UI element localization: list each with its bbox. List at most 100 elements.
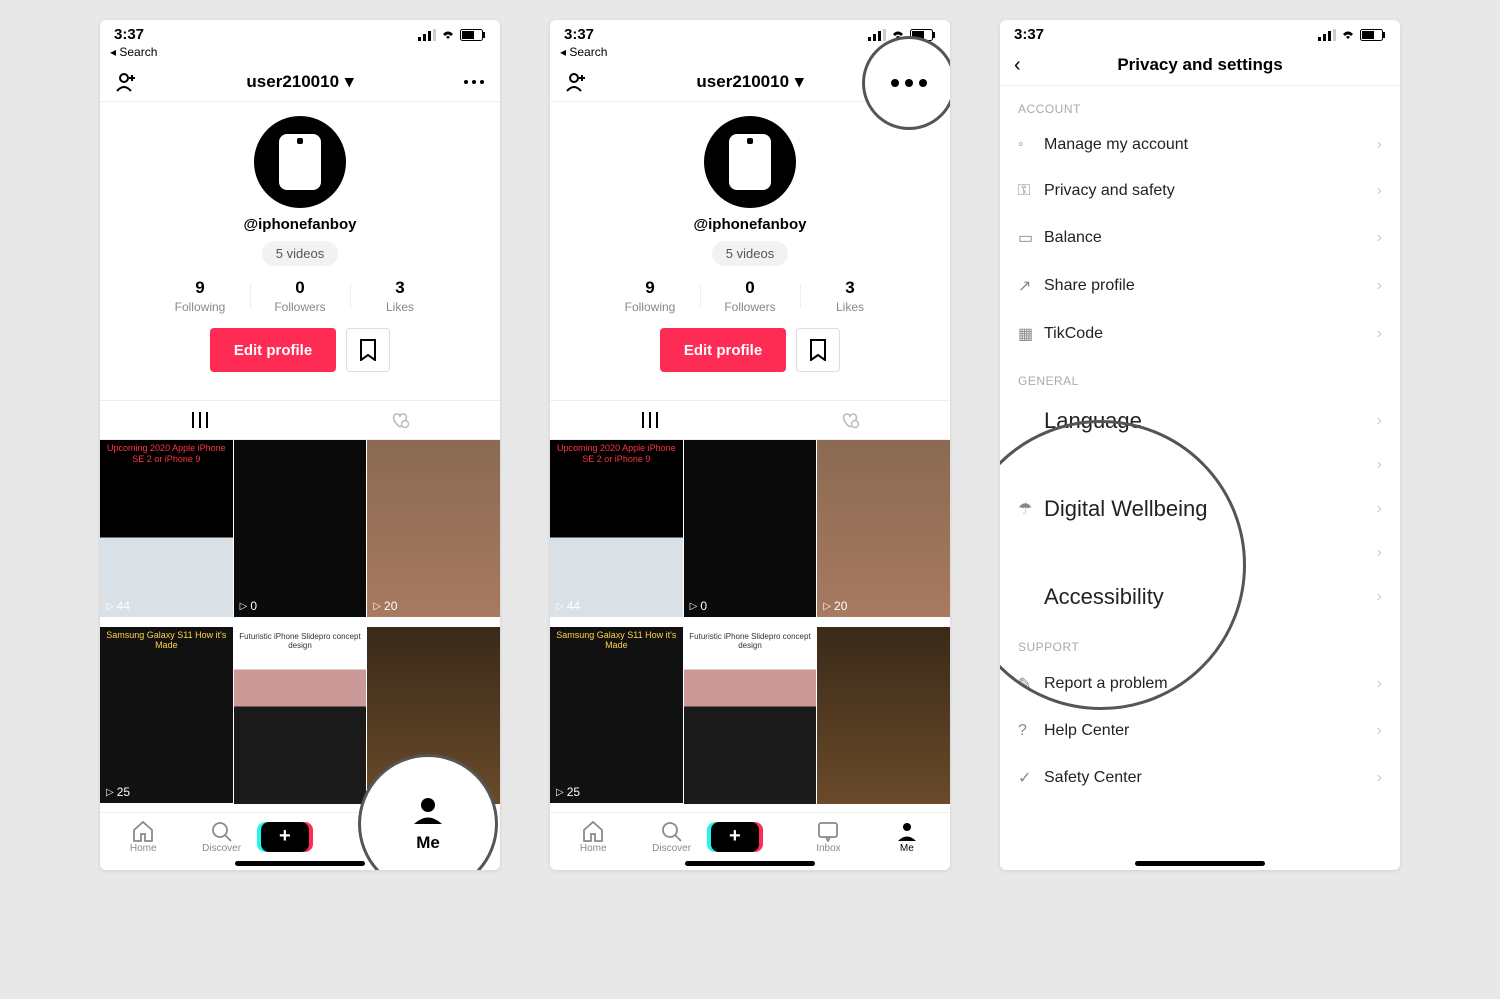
row-help-center[interactable]: ?Help Center› [1000, 708, 1400, 754]
video-count-chip[interactable]: 5 videos [262, 241, 338, 266]
profile-actions: Edit profile [100, 328, 500, 372]
video-cell[interactable]: Upcoming 2020 Apple iPhone SE 2 or iPhon… [100, 440, 233, 617]
video-cell[interactable]: 20 [817, 440, 950, 617]
bookmark-button[interactable] [796, 328, 840, 372]
stat-following[interactable]: 9Following [150, 278, 250, 314]
row-safety-center[interactable]: ✓Safety Center› [1000, 754, 1400, 802]
row-hidden-2[interactable]: › [1000, 536, 1400, 570]
qr-icon: ▦ [1018, 324, 1044, 344]
home-indicator [685, 861, 815, 866]
video-cell[interactable] [367, 627, 500, 804]
view-count: 25 [106, 785, 130, 799]
settings-header: ‹ Privacy and settings [1000, 45, 1400, 85]
video-cell[interactable]: 0 [234, 440, 367, 617]
row-share-profile[interactable]: ↗Share profile› [1000, 262, 1400, 310]
chevron-right-icon: › [1377, 325, 1382, 343]
nav-inbox[interactable]: Inbox [789, 819, 867, 854]
stat-likes[interactable]: 3Likes [350, 278, 450, 314]
person-icon [895, 820, 919, 842]
nav-discover[interactable]: Discover [632, 819, 710, 854]
status-time: 3:37 [1014, 26, 1044, 43]
add-person-icon[interactable] [114, 71, 138, 93]
nav-me[interactable]: Me [868, 819, 946, 854]
back-to-search[interactable]: Search [100, 45, 500, 63]
signal-icon [418, 29, 436, 41]
video-cell[interactable] [817, 627, 950, 804]
profile-section: @iphonefanboy 5 videos 9Following 0Follo… [550, 102, 950, 386]
status-icons [418, 29, 486, 41]
help-icon: ? [1018, 722, 1044, 740]
chevron-right-icon: › [1377, 544, 1382, 562]
section-support: SUPPORT [1000, 624, 1400, 660]
profile-header: user210010 ▾ ⋯ [550, 63, 950, 101]
inbox-icon [366, 820, 390, 842]
nav-home[interactable]: Home [554, 819, 632, 854]
video-cell[interactable]: Upcoming 2020 Apple iPhone SE 2 or iPhon… [550, 440, 683, 617]
profile-header: user210010 ▾ [100, 63, 500, 101]
profile-section: @iphonefanboy 5 videos 9Following 0Follo… [100, 102, 500, 386]
avatar[interactable] [704, 116, 796, 208]
username-dropdown[interactable]: user210010 ▾ [696, 72, 803, 92]
row-report-problem[interactable]: ✎Report a problem› [1000, 660, 1400, 708]
tab-videos[interactable] [100, 401, 300, 439]
row-tikcode[interactable]: ▦TikCode› [1000, 310, 1400, 358]
page-title: Privacy and settings [1117, 55, 1282, 75]
nav-home[interactable]: Home [104, 819, 182, 854]
home-icon [581, 820, 605, 842]
row-manage-account[interactable]: ◦Manage my account› [1000, 122, 1400, 168]
username-dropdown[interactable]: user210010 ▾ [246, 72, 353, 92]
row-accessibility[interactable]: Accessibility› [1000, 570, 1400, 624]
nav-inbox[interactable]: Inbox [339, 819, 417, 854]
stat-likes[interactable]: 3Likes [800, 278, 900, 314]
video-cell[interactable]: 0 [684, 440, 817, 617]
status-bar: 3:37 [550, 20, 950, 45]
username: user210010 [696, 72, 789, 92]
chevron-right-icon: › [1377, 675, 1382, 693]
chevron-right-icon: › [1377, 277, 1382, 295]
username: user210010 [246, 72, 339, 92]
stat-followers[interactable]: 0Followers [700, 278, 800, 314]
edit-profile-button[interactable]: Edit profile [210, 328, 336, 372]
handle: @iphonefanboy [550, 216, 950, 233]
stat-followers[interactable]: 0Followers [250, 278, 350, 314]
nav-discover[interactable]: Discover [182, 819, 260, 854]
nav-me[interactable]: Me [418, 819, 496, 854]
edit-profile-button[interactable]: Edit profile [660, 328, 786, 372]
row-balance[interactable]: ▭Balance› [1000, 214, 1400, 262]
battery-icon [1360, 29, 1386, 41]
lock-icon: ⚿ [1018, 182, 1044, 200]
view-count: 44 [106, 599, 130, 613]
back-to-search[interactable]: Search [550, 45, 950, 63]
grid-icon [191, 412, 209, 428]
nav-create[interactable]: + [711, 822, 789, 852]
bookmark-icon [359, 339, 377, 361]
avatar[interactable] [254, 116, 346, 208]
video-cell[interactable]: Samsung Galaxy S11 How it's Made25 [100, 627, 233, 804]
tab-videos[interactable] [550, 401, 750, 439]
row-hidden-1[interactable]: › [1000, 448, 1400, 482]
shield-icon: ✓ [1018, 768, 1044, 788]
wifi-icon [440, 29, 456, 41]
stat-following[interactable]: 9Following [600, 278, 700, 314]
video-count-chip[interactable]: 5 videos [712, 241, 788, 266]
video-cell[interactable]: Samsung Galaxy S11 How it's Made25 [550, 627, 683, 804]
person-icon: ◦ [1018, 136, 1044, 154]
tab-liked[interactable] [300, 401, 500, 439]
video-grid: Upcoming 2020 Apple iPhone SE 2 or iPhon… [550, 440, 950, 812]
video-cell[interactable]: Futuristic iPhone Slidepro concept desig… [684, 627, 817, 804]
heart-lock-icon [390, 411, 410, 429]
battery-icon [910, 29, 936, 41]
more-icon[interactable] [462, 73, 486, 91]
video-cell[interactable]: Futuristic iPhone Slidepro concept desig… [234, 627, 367, 804]
add-person-icon[interactable] [564, 71, 588, 93]
nav-create[interactable]: + [261, 822, 339, 852]
home-indicator [235, 861, 365, 866]
row-privacy-safety[interactable]: ⚿Privacy and safety› [1000, 168, 1400, 214]
video-cell[interactable]: 20 [367, 440, 500, 617]
bookmark-button[interactable] [346, 328, 390, 372]
back-icon[interactable]: ‹ [1014, 54, 1021, 77]
chevron-right-icon: › [1377, 500, 1382, 518]
row-language[interactable]: Language› [1000, 394, 1400, 448]
tab-liked[interactable] [750, 401, 950, 439]
row-digital-wellbeing[interactable]: ☂Digital Wellbeing› [1000, 482, 1400, 536]
